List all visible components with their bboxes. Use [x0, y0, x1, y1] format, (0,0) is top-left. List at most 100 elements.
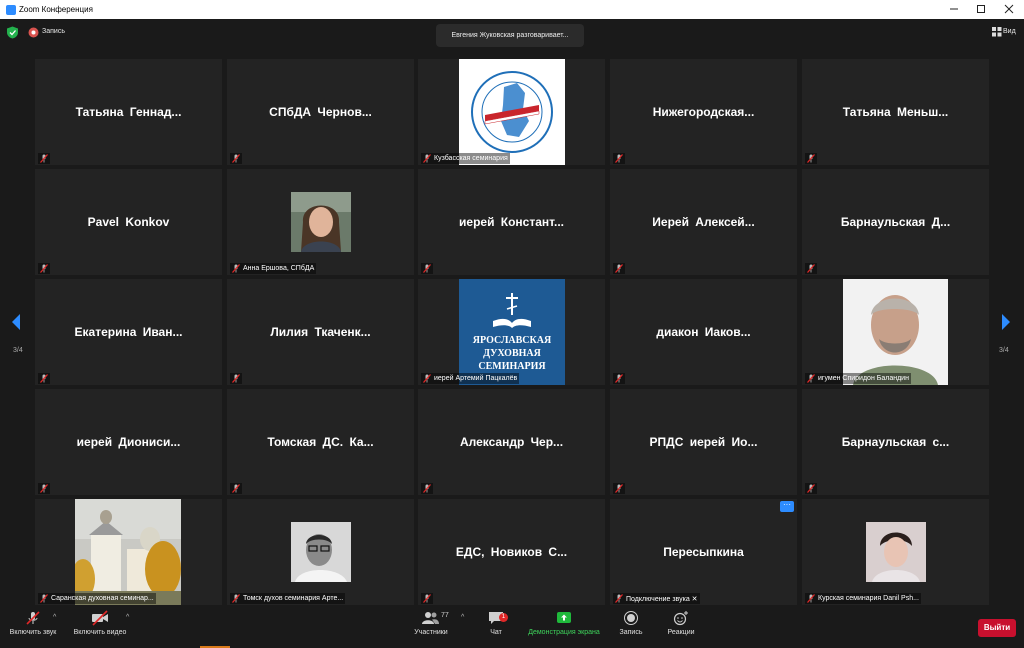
- participant-tile[interactable]: иерей Диониси...: [35, 389, 222, 495]
- participant-tile[interactable]: иерей Констант...: [418, 169, 605, 275]
- muted-mic-icon: [423, 154, 431, 163]
- muted-mic-icon: [423, 264, 431, 273]
- share-screen-button[interactable]: Демонстрация экрана: [524, 610, 604, 636]
- chat-unread-badge: 1: [499, 613, 508, 622]
- participant-label: Саранская духовная семинар...: [51, 595, 154, 602]
- maximize-button[interactable]: [967, 0, 995, 19]
- view-button[interactable]: Вид: [1003, 26, 1016, 37]
- participant-name: Лилия Ткаченк...: [270, 325, 371, 339]
- muted-mic-icon: [615, 594, 623, 603]
- participant-tile[interactable]: Татьяна Меньш...: [802, 59, 989, 165]
- participant-tile[interactable]: Саранская духовная семинар...: [35, 499, 222, 605]
- start-video-button[interactable]: Включить видео: [70, 610, 130, 636]
- participant-tile[interactable]: Барнаульская Д...: [802, 169, 989, 275]
- audio-options-caret[interactable]: ^: [53, 614, 56, 621]
- muted-mic-icon: [232, 154, 240, 163]
- participant-name: РПДС иерей Ио...: [649, 435, 758, 449]
- participant-tile[interactable]: Анна Ершова, СПбДА: [227, 169, 414, 275]
- muted-mic-icon: [232, 374, 240, 383]
- share-screen-label: Демонстрация экрана: [528, 629, 600, 636]
- muted-mic-icon: [615, 154, 623, 163]
- participant-tile[interactable]: Нижегородская...: [610, 59, 797, 165]
- participant-label: Томск духов семинария Арте...: [243, 595, 344, 602]
- muted-mic-icon: [232, 264, 240, 273]
- close-window-button[interactable]: [995, 0, 1023, 19]
- next-page-label: 3/4: [999, 347, 1009, 354]
- participant-tile[interactable]: Барнаульская с...: [802, 389, 989, 495]
- participant-name: Pavel Konkov: [87, 215, 170, 229]
- leave-meeting-button[interactable]: Выйти: [978, 619, 1016, 637]
- previous-page-arrow[interactable]: [8, 300, 24, 344]
- participant-tile[interactable]: Курская семинария Danil Psh...: [802, 499, 989, 605]
- muted-mic-icon: [40, 154, 48, 163]
- tile-footer: [230, 153, 242, 164]
- unmute-label: Включить звук: [9, 629, 57, 636]
- tile-footer: [38, 263, 50, 274]
- more-options-button[interactable]: ···: [780, 501, 794, 512]
- participant-tile[interactable]: ЯРОСЛАВСКАЯ ДУХОВНАЯ СЕМИНАРИЯ иерей Артеми…: [418, 279, 605, 385]
- participant-label: Курская семинария Danil Psh...: [818, 595, 919, 602]
- tile-footer: [38, 373, 50, 384]
- next-page-arrow[interactable]: [998, 300, 1014, 344]
- muted-mic-icon: [26, 611, 40, 625]
- participant-label: Подключение звука ✕: [626, 595, 698, 603]
- participants-label: Участники: [414, 629, 448, 636]
- participants-count: 77: [441, 612, 449, 619]
- security-shield-icon[interactable]: [6, 26, 19, 39]
- participant-name: СПбДА Чернов...: [269, 105, 372, 119]
- participant-tile[interactable]: Pavel Konkov: [35, 169, 222, 275]
- zoom-app-icon: [6, 5, 16, 15]
- grid-view-icon[interactable]: [992, 27, 1002, 37]
- woman-photo: [291, 192, 351, 252]
- participant-name: Барнаульская с...: [841, 435, 950, 449]
- participant-name: Екатерина Иван...: [74, 325, 183, 339]
- participant-tile[interactable]: диакон Иаков...: [610, 279, 797, 385]
- tile-footer: [421, 483, 433, 494]
- participants-icon: [422, 612, 439, 624]
- participant-tile[interactable]: Екатерина Иван...: [35, 279, 222, 385]
- participant-tile[interactable]: Пересыпкина ··· Подключение звука ✕: [610, 499, 797, 605]
- participant-tile[interactable]: Александр Чер...: [418, 389, 605, 495]
- muted-mic-icon: [807, 264, 815, 273]
- meeting-top-bar: Запись Евгения Жуковская разговаривает..…: [0, 19, 1024, 57]
- participant-tile[interactable]: ЕДС, Новиков С...: [418, 499, 605, 605]
- participant-name: диакон Иаков...: [656, 325, 751, 339]
- chat-label: Чат: [490, 629, 502, 636]
- young-man-photo: [866, 522, 926, 582]
- tile-footer: [613, 263, 625, 274]
- participant-name: Нижегородская...: [652, 105, 755, 119]
- participant-tile[interactable]: Томская ДС. Ка...: [227, 389, 414, 495]
- reactions-button[interactable]: Реакции: [663, 610, 699, 636]
- minimize-button[interactable]: [940, 0, 968, 19]
- tile-footer: [613, 483, 625, 494]
- tile-footer: Курская семинария Danil Psh...: [805, 593, 921, 604]
- participant-name: Иерей Алексей...: [652, 215, 755, 229]
- participant-name: Пересыпкина: [663, 545, 744, 559]
- participant-name: Барнаульская Д...: [840, 215, 951, 229]
- muted-mic-icon: [423, 374, 431, 383]
- participant-label: Анна Ершова, СПбДА: [243, 265, 315, 272]
- participant-tile[interactable]: Кузбасская семинария: [418, 59, 605, 165]
- participant-tile[interactable]: Томск духов семинария Арте...: [227, 499, 414, 605]
- muted-mic-icon: [232, 484, 240, 493]
- participant-tile[interactable]: РПДС иерей Ио...: [610, 389, 797, 495]
- muted-mic-icon: [40, 484, 48, 493]
- record-button[interactable]: Запись: [615, 610, 647, 636]
- participant-tile[interactable]: Лилия Ткаченк...: [227, 279, 414, 385]
- participant-tile[interactable]: Татьяна Геннад...: [35, 59, 222, 165]
- meeting-toolbar: Включить звук ^ Включить видео ^ Участни…: [0, 606, 1024, 648]
- video-off-icon: [92, 610, 108, 626]
- muted-mic-icon: [807, 594, 815, 603]
- participant-tile[interactable]: игумен Спиридон Баландин: [802, 279, 989, 385]
- participant-name: ЕДС, Новиков С...: [455, 545, 568, 559]
- participant-label: игумен Спиридон Баландин: [818, 375, 909, 382]
- participant-tile[interactable]: Иерей Алексей...: [610, 169, 797, 275]
- recording-label: Запись: [42, 28, 65, 35]
- participant-name: иерей Диониси...: [76, 435, 181, 449]
- tile-footer: [805, 263, 817, 274]
- participant-name: Томская ДС. Ка...: [267, 435, 374, 449]
- participant-tile[interactable]: СПбДА Чернов...: [227, 59, 414, 165]
- participants-options-caret[interactable]: ^: [461, 614, 464, 621]
- share-screen-icon: [557, 612, 571, 623]
- video-options-caret[interactable]: ^: [126, 614, 129, 621]
